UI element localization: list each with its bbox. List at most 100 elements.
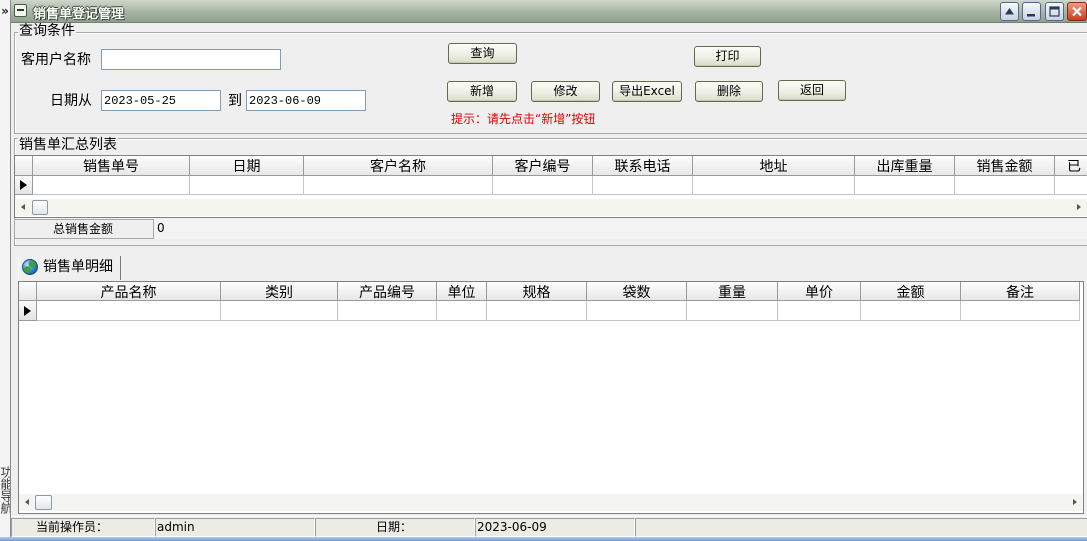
- column-header-amount[interactable]: 金额: [861, 282, 961, 301]
- status-empty-panel: [635, 518, 1087, 537]
- table-cell[interactable]: [304, 176, 493, 195]
- table-cell[interactable]: [493, 176, 593, 195]
- column-header-sales-amount[interactable]: 销售金额: [955, 156, 1055, 176]
- table-row[interactable]: [19, 301, 1080, 321]
- row-header-corner: [15, 156, 33, 176]
- scroll-left-button[interactable]: [16, 199, 32, 216]
- column-header-truncated[interactable]: 已: [1055, 156, 1087, 176]
- table-cell[interactable]: [190, 176, 304, 195]
- table-cell[interactable]: [587, 301, 687, 321]
- minimize-icon: [1027, 14, 1035, 17]
- status-bar: 当前操作员： admin 日期： 2023-06-09: [11, 516, 1087, 537]
- status-operator-value: admin: [155, 518, 315, 537]
- search-button[interactable]: 查询: [448, 43, 517, 64]
- row-pointer-icon: [20, 180, 27, 190]
- table-cell[interactable]: [955, 176, 1055, 195]
- scroll-right-icon: [1077, 204, 1081, 210]
- scroll-thumb[interactable]: [32, 200, 48, 215]
- table-cell[interactable]: [693, 176, 855, 195]
- table-cell[interactable]: [1055, 176, 1087, 195]
- detail-grid[interactable]: 产品名称 类别 产品编号 单位 规格 袋数 重量 单价 金额 备注: [18, 281, 1084, 514]
- title-bar: 销售单登记管理: [11, 0, 1087, 23]
- table-cell[interactable]: [37, 301, 221, 321]
- column-header-unit[interactable]: 单位: [437, 282, 487, 301]
- navigation-vertical-label[interactable]: 功能导航: [0, 466, 10, 518]
- table-row[interactable]: [15, 176, 1087, 195]
- row-pointer-icon: [24, 306, 31, 316]
- maximize-icon: [1049, 6, 1060, 17]
- scroll-right-button[interactable]: [1066, 494, 1082, 511]
- scroll-thumb[interactable]: [35, 495, 52, 510]
- globe-icon: [22, 259, 38, 275]
- column-header-remark[interactable]: 备注: [961, 282, 1080, 301]
- taskbar-edge: [0, 537, 1087, 541]
- delete-button[interactable]: 删除: [695, 81, 763, 102]
- close-button[interactable]: [1067, 2, 1087, 21]
- print-button[interactable]: 打印: [694, 46, 761, 67]
- summary-header-row: 销售单号 日期 客户名称 客户编号 联系电话 地址 出库重量 销售金额 已: [15, 156, 1087, 176]
- export-excel-button[interactable]: 导出Excel: [612, 81, 682, 102]
- window-menu-bar: [17, 9, 24, 11]
- customer-name-label: 客用户名称: [21, 52, 91, 68]
- date-to-label: 到: [228, 93, 242, 109]
- scroll-left-icon: [25, 499, 29, 505]
- table-cell[interactable]: [593, 176, 693, 195]
- summary-grid[interactable]: 销售单号 日期 客户名称 客户编号 联系电话 地址 出库重量 销售金额 已: [14, 155, 1087, 218]
- column-header-phone[interactable]: 联系电话: [593, 156, 693, 176]
- add-button[interactable]: 新增: [447, 81, 517, 102]
- table-cell[interactable]: [221, 301, 338, 321]
- column-header-weight[interactable]: 重量: [687, 282, 778, 301]
- detail-horizontal-scrollbar[interactable]: [19, 494, 1083, 511]
- table-cell[interactable]: [961, 301, 1080, 321]
- table-cell[interactable]: [778, 301, 861, 321]
- table-cell[interactable]: [855, 176, 955, 195]
- hint-text: 提示：请先点击“新增”按钮: [451, 112, 596, 126]
- summary-horizontal-scrollbar[interactable]: [15, 199, 1087, 216]
- column-header-customer-no[interactable]: 客户编号: [493, 156, 593, 176]
- date-from-input[interactable]: [101, 90, 221, 111]
- table-cell[interactable]: [687, 301, 778, 321]
- table-cell[interactable]: [437, 301, 487, 321]
- tab-sales-detail[interactable]: 销售单明细: [18, 256, 121, 280]
- column-header-date[interactable]: 日期: [190, 156, 304, 176]
- column-header-spec[interactable]: 规格: [487, 282, 587, 301]
- window-menu-icon[interactable]: [14, 4, 27, 17]
- total-row: 总销售金额 0: [14, 219, 1087, 239]
- table-cell[interactable]: [487, 301, 587, 321]
- minimize-button[interactable]: [1022, 2, 1041, 21]
- navigation-strip: » 功能导航: [0, 0, 11, 537]
- edit-button[interactable]: 修改: [531, 81, 600, 102]
- column-header-product-name[interactable]: 产品名称: [37, 282, 221, 301]
- customer-name-input[interactable]: [101, 49, 281, 70]
- row-header-corner: [19, 282, 37, 301]
- column-header-product-no[interactable]: 产品编号: [338, 282, 437, 301]
- window-title: 销售单登记管理: [33, 7, 125, 22]
- detail-header-row: 产品名称 类别 产品编号 单位 规格 袋数 重量 单价 金额 备注: [19, 282, 1080, 301]
- table-cell[interactable]: [338, 301, 437, 321]
- status-date-value: 2023-06-09: [475, 518, 635, 537]
- table-cell[interactable]: [33, 176, 190, 195]
- column-header-out-weight[interactable]: 出库重量: [855, 156, 955, 176]
- column-header-unit-price[interactable]: 单价: [778, 282, 861, 301]
- table-cell[interactable]: [861, 301, 961, 321]
- column-header-category[interactable]: 类别: [221, 282, 338, 301]
- date-to-input[interactable]: [246, 90, 366, 111]
- status-date-label: 日期：: [315, 518, 475, 537]
- total-sales-value: 0: [153, 219, 1087, 239]
- column-header-customer-name[interactable]: 客户名称: [304, 156, 493, 176]
- row-header[interactable]: [19, 301, 37, 321]
- status-operator-label: 当前操作员：: [11, 518, 155, 537]
- roll-up-button[interactable]: [1000, 2, 1019, 21]
- row-header[interactable]: [15, 176, 33, 195]
- column-header-order-no[interactable]: 销售单号: [33, 156, 190, 176]
- total-sales-label: 总销售金额: [53, 222, 114, 236]
- column-header-address[interactable]: 地址: [693, 156, 855, 176]
- expand-navigation-button[interactable]: »: [0, 4, 10, 19]
- scroll-right-button[interactable]: [1070, 199, 1086, 216]
- scroll-left-button[interactable]: [20, 494, 36, 511]
- tab-sales-detail-label: 销售单明细: [43, 259, 113, 275]
- maximize-button[interactable]: [1045, 2, 1064, 21]
- column-header-bags[interactable]: 袋数: [587, 282, 687, 301]
- back-button[interactable]: 返回: [778, 80, 846, 101]
- summary-group-title: 销售单汇总列表: [18, 137, 118, 153]
